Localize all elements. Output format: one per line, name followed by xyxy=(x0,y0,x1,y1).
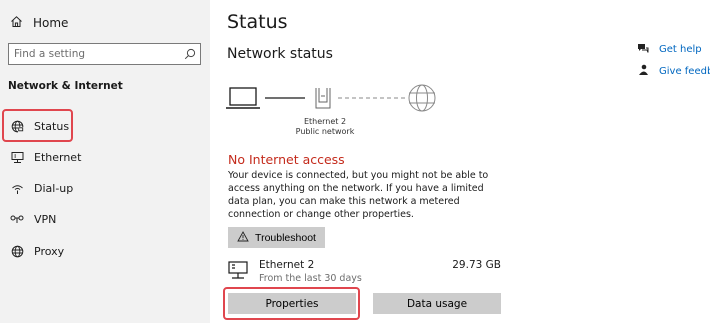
search-input[interactable] xyxy=(14,48,174,60)
network-type: Public network xyxy=(295,127,355,136)
data-usage-button[interactable]: Data usage xyxy=(373,293,501,314)
connection-name: Ethernet 2 xyxy=(259,259,315,271)
sidebar: Home Network & Internet Status Ethernet … xyxy=(0,0,210,323)
sidebar-item-status[interactable]: Status xyxy=(10,115,69,137)
properties-button[interactable]: Properties xyxy=(228,293,356,314)
ethernet-adapter-icon xyxy=(228,261,250,285)
globe-icon xyxy=(10,244,24,258)
globe-status-icon xyxy=(10,119,24,133)
search-box[interactable] xyxy=(8,43,201,65)
connection-usage-row: Ethernet 2 From the last 30 days 29.73 G… xyxy=(228,259,501,285)
sidebar-item-proxy[interactable]: Proxy xyxy=(10,240,64,262)
sidebar-item-label: Dial-up xyxy=(34,181,74,195)
page-title: Status xyxy=(227,11,288,33)
home-nav-item[interactable]: Home xyxy=(10,12,68,34)
ethernet-icon xyxy=(10,150,24,164)
laptop-icon xyxy=(226,87,260,109)
usage-period: From the last 30 days xyxy=(259,273,362,284)
home-icon xyxy=(10,15,23,31)
alert-description: Your device is connected, but you might … xyxy=(228,170,489,220)
sidebar-item-label: Proxy xyxy=(34,244,65,258)
sidebar-item-vpn[interactable]: VPN xyxy=(10,208,56,230)
adapter-name: Ethernet 2 xyxy=(303,117,347,126)
alert-title: No Internet access xyxy=(228,152,345,167)
sidebar-item-dialup[interactable]: Dial-up xyxy=(10,177,73,199)
give-feedback-label: Give feedbac xyxy=(659,65,710,77)
search-icon[interactable] xyxy=(184,45,196,64)
troubleshoot-button[interactable]: Troubleshoot xyxy=(228,227,325,248)
network-status-heading: Network status xyxy=(227,46,333,62)
get-help-link[interactable]: Get help xyxy=(637,42,702,56)
feedback-icon xyxy=(637,64,649,79)
diagram-caption: Ethernet 2 Public network xyxy=(280,117,370,137)
dialup-icon xyxy=(10,181,24,195)
give-feedback-link[interactable]: Give feedbac xyxy=(637,64,710,78)
internet-globe-icon xyxy=(408,84,436,112)
chat-help-icon xyxy=(637,42,649,57)
sidebar-item-label: Status xyxy=(34,119,70,133)
get-help-label: Get help xyxy=(659,43,702,55)
sidebar-item-ethernet[interactable]: Ethernet xyxy=(10,146,81,168)
warning-icon xyxy=(237,230,249,245)
data-usage-amount: 29.73 GB xyxy=(452,259,501,271)
home-label: Home xyxy=(33,16,69,30)
sidebar-item-label: VPN xyxy=(34,212,57,226)
section-title: Network & Internet xyxy=(8,80,123,92)
ethernet-port-icon xyxy=(315,88,331,109)
sidebar-item-label: Ethernet xyxy=(34,150,82,164)
vpn-icon xyxy=(10,212,24,226)
troubleshoot-label: Troubleshoot xyxy=(255,231,316,244)
